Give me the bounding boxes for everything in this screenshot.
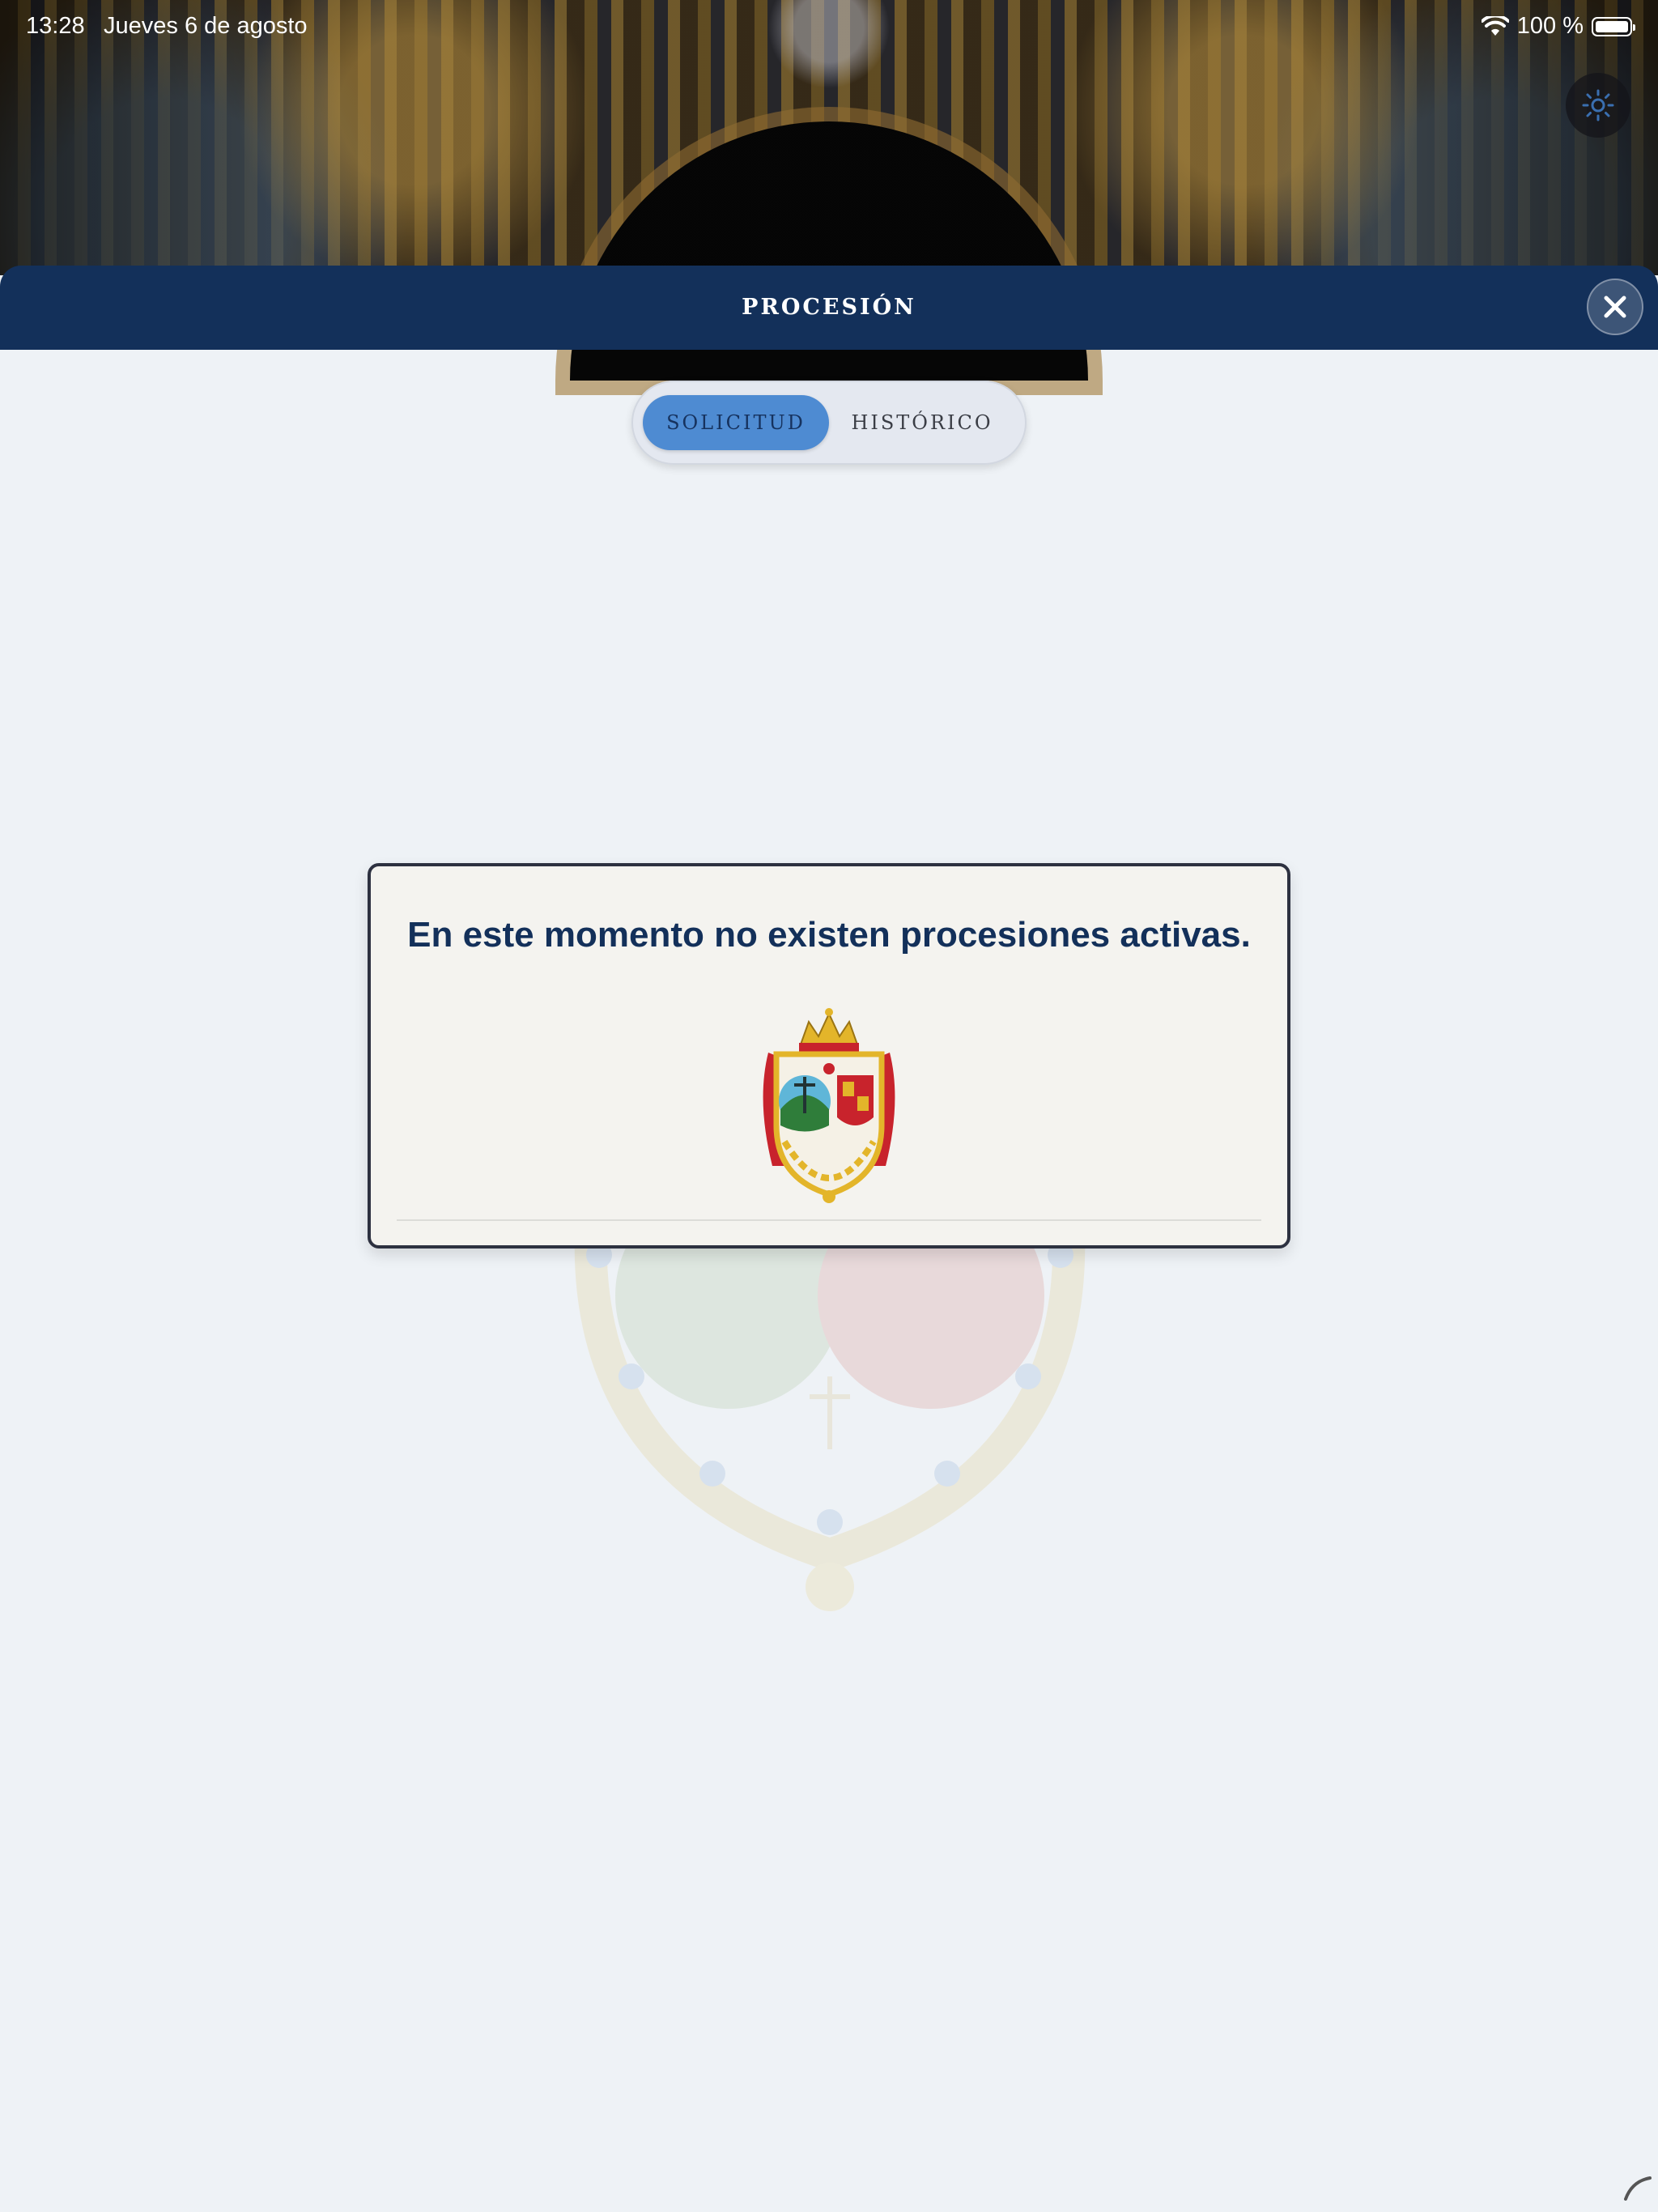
close-icon xyxy=(1604,296,1626,318)
loading-indicator-icon xyxy=(1624,2176,1652,2201)
status-date: Jueves 6 de agosto xyxy=(104,13,308,39)
coat-of-arms-image xyxy=(763,1008,895,1203)
close-button[interactable] xyxy=(1587,279,1643,335)
empty-state-card: En este momento no existen procesiones a… xyxy=(368,863,1290,1249)
empty-state-message: En este momento no existen procesiones a… xyxy=(407,915,1251,955)
battery-icon xyxy=(1592,16,1635,36)
wifi-icon xyxy=(1481,15,1509,36)
status-time: 13:28 xyxy=(26,13,85,39)
status-right: 100 % xyxy=(1481,13,1635,40)
tab-solicitud[interactable]: SOLICITUD xyxy=(643,395,829,450)
nav-bar: PROCESIÓN xyxy=(0,266,1658,350)
status-bar: 13:28 Jueves 6 de agosto 100 % xyxy=(0,0,1658,52)
segmented-control: SOLICITUD HISTÓRICO xyxy=(631,381,1027,465)
battery-percent: 100 % xyxy=(1516,13,1584,39)
page-title: PROCESIÓN xyxy=(742,295,916,320)
background-emblem xyxy=(574,1231,1086,1611)
sun-icon xyxy=(1582,89,1614,121)
theme-toggle-button[interactable] xyxy=(1566,73,1630,138)
tab-historico[interactable]: HISTÓRICO xyxy=(829,395,1015,450)
card-divider xyxy=(397,1219,1261,1221)
